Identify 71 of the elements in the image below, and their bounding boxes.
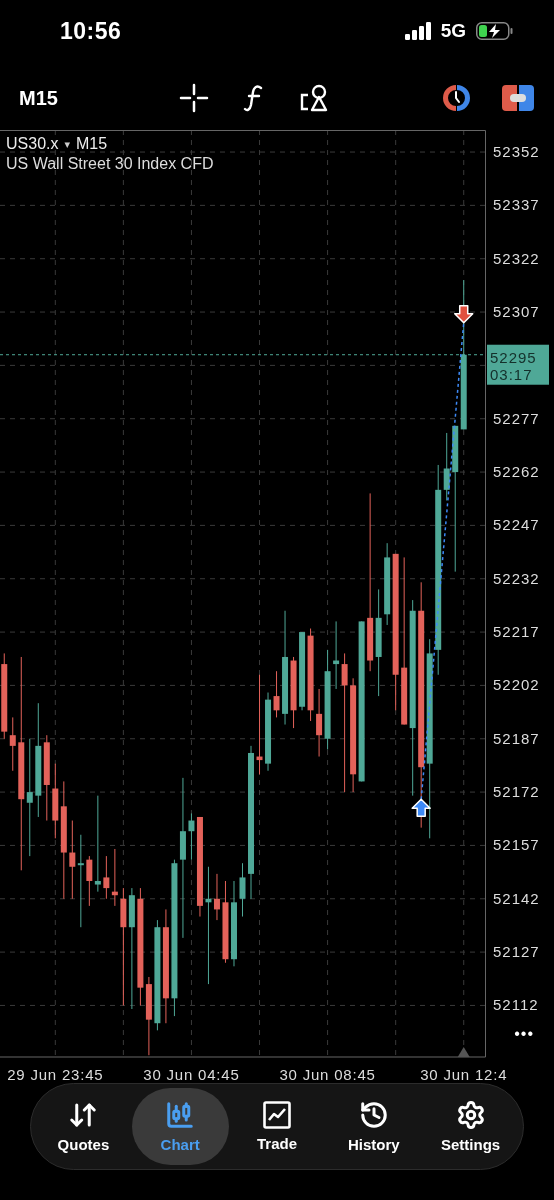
nav-tab[interactable]: Trade xyxy=(228,1088,326,1165)
candlestick-icon xyxy=(165,1100,196,1130)
candle-body xyxy=(179,831,186,860)
time-label: 29 Jun 23:45 xyxy=(7,1066,104,1080)
candle-body xyxy=(239,877,246,899)
clock-time: 10:56 xyxy=(60,17,122,45)
price-label: 52112 xyxy=(493,996,539,1014)
time-label: 30 Jun 08:45 xyxy=(279,1066,376,1080)
price-label: 52307 xyxy=(493,303,540,321)
price-label: 52172 xyxy=(493,783,540,801)
dropdown-caret[interactable]: ▾ xyxy=(64,137,70,151)
price-tag xyxy=(487,344,549,385)
crosshair-icon[interactable] xyxy=(179,83,209,113)
countdown-timer: 03:17 xyxy=(490,365,533,383)
price-label: 52247 xyxy=(493,516,540,534)
price-label: 52322 xyxy=(493,249,540,267)
timeframe-label[interactable]: M15 xyxy=(19,86,179,110)
price-label: 52127 xyxy=(493,943,540,961)
candle-wick xyxy=(88,855,90,907)
more-button[interactable]: ••• xyxy=(514,1025,534,1043)
nav-tab[interactable]: Settings xyxy=(422,1088,519,1165)
price-label: 52337 xyxy=(493,196,540,214)
candle-wick xyxy=(190,812,192,861)
toggle-icon[interactable] xyxy=(502,85,534,111)
candle-body xyxy=(222,902,229,960)
current-price: 52295 xyxy=(490,348,537,366)
symbol-label[interactable]: US30.x xyxy=(6,135,59,153)
shapes-icon[interactable] xyxy=(299,84,329,112)
nav-tab[interactable]: History xyxy=(325,1088,423,1165)
candle-body xyxy=(231,902,237,960)
price-label: 52352 xyxy=(493,143,540,161)
candle-wick xyxy=(105,855,107,900)
price-label: 52217 xyxy=(493,623,540,641)
candle-wick xyxy=(335,620,337,690)
candle-wick xyxy=(12,716,14,772)
buy-arrow-icon xyxy=(411,798,431,817)
price-label: 52202 xyxy=(493,676,540,694)
signal-icon xyxy=(404,22,431,40)
symbol-description: US Wall Street 30 Index CFD xyxy=(6,155,214,173)
price-label: 52232 xyxy=(493,569,540,587)
candle-body xyxy=(103,877,110,889)
arrows-icon xyxy=(68,1100,99,1130)
price-label: 52277 xyxy=(493,409,540,427)
candle-wick xyxy=(446,432,448,501)
clock-icon[interactable] xyxy=(440,82,472,114)
nav-tab[interactable]: Chart xyxy=(131,1088,229,1165)
candle-wick xyxy=(216,873,218,921)
candle-wick xyxy=(114,848,116,907)
price-label: 52142 xyxy=(493,889,540,907)
candle-body xyxy=(111,891,118,896)
period-marker-icon xyxy=(457,1047,470,1057)
candle-wick xyxy=(318,688,320,758)
line-chart-icon xyxy=(263,1101,291,1129)
clock-arrow-icon xyxy=(358,1100,389,1130)
price-label: 52262 xyxy=(493,463,540,481)
price-label: 52187 xyxy=(493,729,540,747)
candle-wick xyxy=(276,670,278,718)
candle-body xyxy=(256,756,263,761)
period-label: M15 xyxy=(76,135,108,153)
time-label: 30 Jun 12:4 xyxy=(420,1066,508,1080)
network-label: 5G xyxy=(440,20,466,42)
candle-wick xyxy=(242,862,243,918)
time-label: 30 Jun 04:45 xyxy=(143,1066,240,1080)
nav-tab[interactable]: Quotes xyxy=(35,1088,132,1165)
battery-icon xyxy=(476,22,514,40)
price-label: 52157 xyxy=(493,836,540,854)
sell-arrow-icon xyxy=(454,304,474,324)
candle-body xyxy=(9,735,16,746)
function-icon[interactable] xyxy=(243,84,265,112)
candle-body xyxy=(1,664,8,732)
settings-icon xyxy=(455,1100,486,1130)
